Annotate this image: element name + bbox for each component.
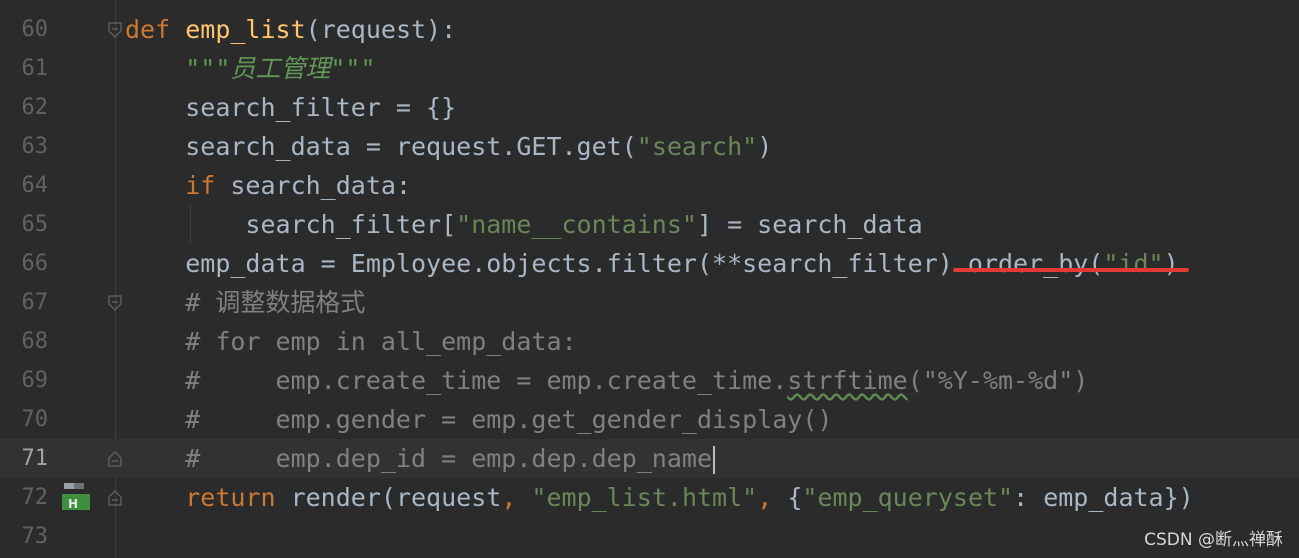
code-line-65[interactable]: 65 search_filter["name__contains"] = sea… bbox=[0, 205, 1299, 244]
line-number: 66 bbox=[21, 251, 49, 276]
line-code[interactable]: # for emp in all_emp_data: bbox=[125, 322, 576, 361]
code-line-63[interactable]: 63 search_data = request.GET.get("search… bbox=[0, 127, 1299, 166]
line-number: 71 bbox=[21, 446, 49, 471]
code-line-66[interactable]: 66 emp_data = Employee.objects.filter(**… bbox=[0, 244, 1299, 283]
code-editor[interactable]: 60 def emp_list(request): 61 """员工管理""" … bbox=[0, 0, 1299, 558]
line-code[interactable]: search_filter = {} bbox=[125, 88, 456, 127]
line-code[interactable]: # 调整数据格式 bbox=[125, 283, 365, 322]
line-code[interactable]: emp_data = Employee.objects.filter(**sea… bbox=[125, 244, 1179, 283]
code-line-72[interactable]: 72 return render(request, "emp_list.html… bbox=[0, 478, 1299, 517]
code-line-70[interactable]: 70 # emp.gender = emp.get_gender_display… bbox=[0, 400, 1299, 439]
line-number: 68 bbox=[21, 329, 49, 354]
line-code[interactable]: search_data = request.GET.get("search") bbox=[125, 127, 772, 166]
line-number: 70 bbox=[21, 407, 49, 432]
line-code[interactable]: if search_data: bbox=[125, 166, 411, 205]
line-number: 63 bbox=[21, 134, 49, 159]
line-number: 69 bbox=[21, 368, 49, 393]
django-view-gutter-icon[interactable]: H bbox=[60, 481, 92, 513]
code-line-60[interactable]: 60 def emp_list(request): bbox=[0, 10, 1299, 49]
fold-collapse-icon[interactable] bbox=[107, 295, 123, 311]
code-line-64[interactable]: 64 if search_data: bbox=[0, 166, 1299, 205]
line-code[interactable]: # emp.create_time = emp.create_time.strf… bbox=[125, 361, 1088, 400]
code-line-62[interactable]: 62 search_filter = {} bbox=[0, 88, 1299, 127]
strikethrough-annotation: .order_by("id") bbox=[952, 249, 1179, 278]
text-caret bbox=[713, 446, 716, 474]
code-line-69[interactable]: 69 # emp.create_time = emp.create_time.s… bbox=[0, 361, 1299, 400]
line-number: 65 bbox=[21, 212, 49, 237]
line-number: 73 bbox=[21, 524, 49, 549]
line-code[interactable]: def emp_list(request): bbox=[125, 10, 456, 49]
line-code[interactable]: # emp.dep_id = emp.dep.dep_name bbox=[125, 439, 716, 478]
fold-end-icon[interactable] bbox=[107, 451, 123, 467]
watermark: CSDN @断灬禅酥 bbox=[1144, 530, 1283, 550]
line-number: 62 bbox=[21, 95, 49, 120]
code-line-67[interactable]: 67 # 调整数据格式 bbox=[0, 283, 1299, 322]
code-line-68[interactable]: 68 # for emp in all_emp_data: bbox=[0, 322, 1299, 361]
code-line-73[interactable]: 73 bbox=[0, 517, 1299, 556]
line-code[interactable]: # emp.gender = emp.get_gender_display() bbox=[125, 400, 832, 439]
line-code[interactable]: return render(request, "emp_list.html", … bbox=[125, 478, 1194, 517]
typo-warning-underline: strftime bbox=[787, 366, 908, 395]
fold-collapse-icon[interactable] bbox=[107, 22, 123, 38]
line-number: 64 bbox=[21, 173, 49, 198]
line-number: 67 bbox=[21, 290, 49, 315]
line-number: 72 bbox=[21, 485, 49, 510]
line-number: 60 bbox=[21, 17, 49, 42]
fold-end-icon[interactable] bbox=[107, 490, 123, 506]
code-line-61[interactable]: 61 """员工管理""" bbox=[0, 49, 1299, 88]
line-number: 61 bbox=[21, 56, 49, 81]
code-line-71-current[interactable]: 71 # emp.dep_id = emp.dep.dep_name bbox=[0, 439, 1299, 478]
svg-text:H: H bbox=[68, 497, 78, 511]
line-code[interactable]: search_filter["name__contains"] = search… bbox=[125, 205, 922, 244]
line-code[interactable]: """员工管理""" bbox=[125, 49, 375, 88]
